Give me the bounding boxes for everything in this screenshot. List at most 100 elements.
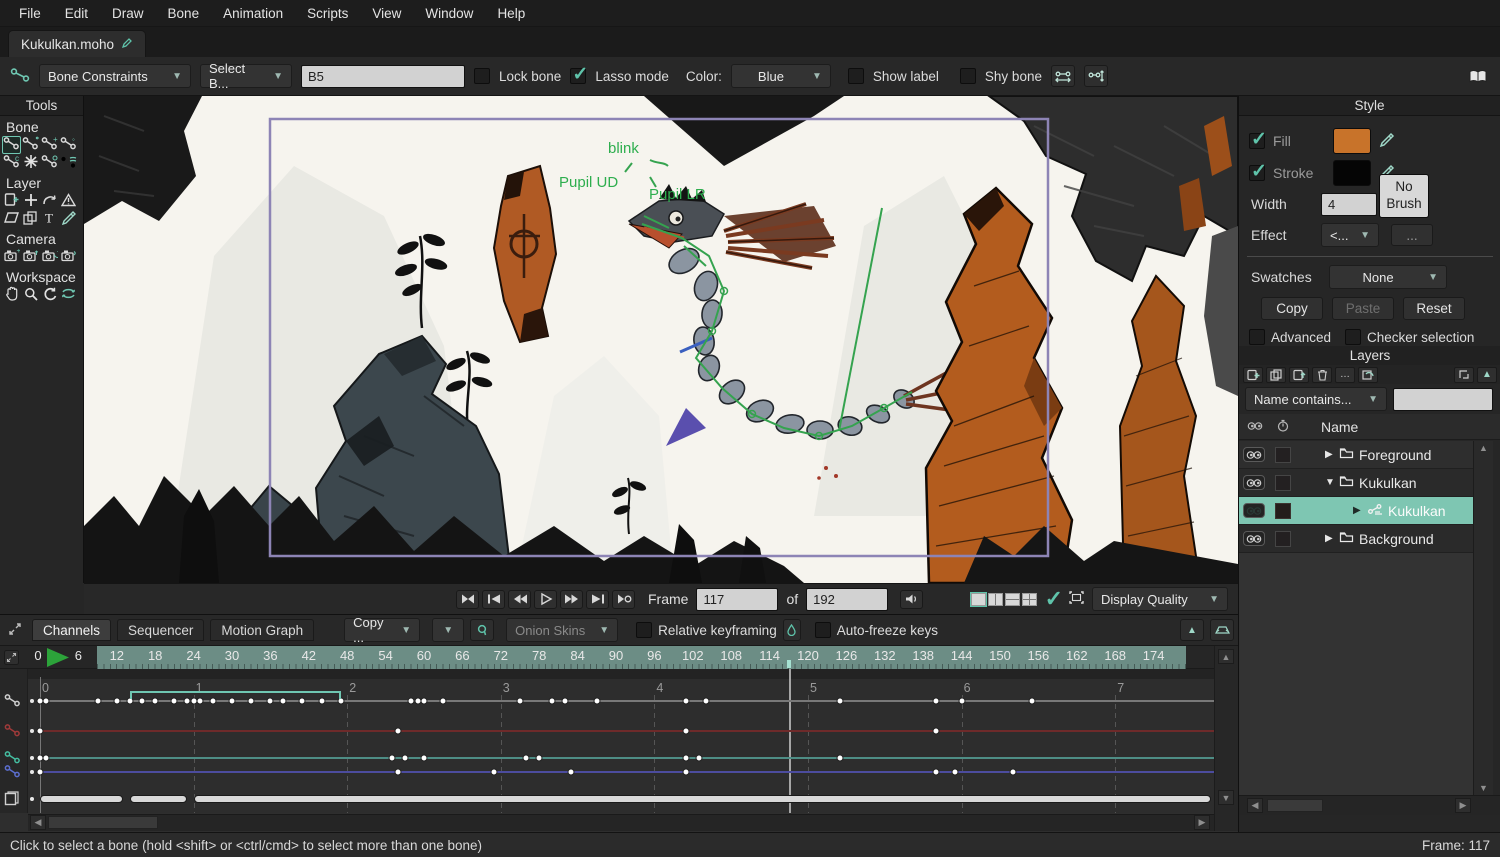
layer-visibility-toggle[interactable] — [1243, 503, 1265, 518]
timeline-vscrollbar[interactable]: ▲ ▼ — [1214, 646, 1238, 831]
keyframe[interactable] — [43, 755, 50, 762]
layer-expand-arrow[interactable]: ▶ — [1325, 449, 1339, 460]
jump-start-button[interactable] — [482, 590, 505, 609]
pan-workspace-tool[interactable] — [2, 286, 21, 304]
layer-color-swatch[interactable] — [1275, 503, 1291, 519]
timeline-tracks[interactable]: 01234567 — [28, 669, 1214, 813]
keyframe[interactable] — [401, 755, 408, 762]
paste-style-button[interactable]: Paste — [1332, 297, 1394, 320]
keyframe[interactable] — [517, 698, 524, 705]
jump-end-button[interactable] — [586, 590, 609, 609]
bone-red-channel-icon[interactable] — [4, 723, 22, 741]
bone-motion-channel-icon[interactable] — [4, 693, 22, 711]
track-camera-tool[interactable]: + — [2, 248, 21, 266]
total-frames-input[interactable]: 192 — [806, 588, 888, 611]
fit-timeline-icon[interactable] — [1210, 619, 1234, 641]
playback-start-marker[interactable] — [46, 648, 70, 667]
fill-checkbox[interactable] — [1249, 133, 1265, 149]
keyframe[interactable] — [536, 755, 543, 762]
keyframe[interactable] — [568, 769, 575, 776]
keyframe[interactable] — [683, 769, 690, 776]
layer-duration-bar[interactable] — [40, 795, 123, 803]
tab-channels[interactable]: Channels — [32, 619, 111, 641]
keyframe[interactable] — [933, 698, 940, 705]
bind-layer-tool[interactable] — [40, 154, 59, 172]
keyframe[interactable] — [37, 769, 44, 776]
effect-dropdown[interactable]: <...▼ — [1321, 223, 1379, 247]
layer-duration-bar[interactable] — [194, 795, 1212, 803]
keyframe[interactable] — [395, 769, 402, 776]
keyframe[interactable] — [683, 755, 690, 762]
layer-color-swatch[interactable] — [1275, 531, 1291, 547]
menu-file[interactable]: File — [8, 2, 52, 25]
add-bone-tool[interactable]: + — [40, 136, 59, 154]
step-back-button[interactable] — [508, 590, 531, 609]
split-bone-icon[interactable] — [1051, 65, 1075, 87]
keyframe[interactable] — [440, 698, 447, 705]
keyframe[interactable] — [113, 698, 120, 705]
keyframe[interactable] — [837, 698, 844, 705]
advanced-checkbox[interactable] — [1249, 329, 1265, 345]
layer-visibility-toggle[interactable] — [1243, 531, 1265, 546]
effect-more-button[interactable]: ... — [1391, 224, 1433, 246]
insert-text-tool[interactable]: T — [40, 210, 59, 228]
keyframe[interactable] — [933, 728, 940, 735]
single-view-button[interactable] — [971, 593, 986, 606]
keys-options-dropdown[interactable]: ▼ — [432, 618, 464, 642]
keyframe[interactable] — [933, 769, 940, 776]
keyframe[interactable] — [696, 755, 703, 762]
reparent-bone-tool[interactable]: c — [2, 154, 21, 172]
layers-scroll-down-icon[interactable]: ▼ — [1474, 783, 1493, 793]
relative-keyframing-icon[interactable] — [783, 619, 801, 641]
keyframe[interactable] — [1029, 698, 1036, 705]
timeline-hscrollbar[interactable]: ◀ ▶ — [28, 814, 1214, 831]
timeline-playhead[interactable] — [789, 669, 791, 813]
menu-help[interactable]: Help — [486, 2, 536, 25]
keyframe[interactable] — [491, 769, 498, 776]
layer-visibility-toggle[interactable] — [1243, 475, 1265, 490]
timeline-hscroll-handle[interactable] — [48, 816, 158, 829]
loop-start-button[interactable] — [456, 590, 479, 609]
keyframe[interactable] — [837, 755, 844, 762]
swatches-dropdown[interactable]: None▼ — [1329, 265, 1447, 289]
keyframe[interactable] — [43, 698, 50, 705]
layer-color-swatch[interactable] — [1275, 475, 1291, 491]
menu-view[interactable]: View — [361, 2, 412, 25]
onion-skins-dropdown[interactable]: Onion Skins▼ — [506, 618, 618, 642]
fill-color-swatch[interactable] — [1333, 128, 1371, 154]
menu-bone[interactable]: Bone — [157, 2, 211, 25]
shy-bone-checkbox[interactable] — [960, 68, 976, 84]
layer-filter-input[interactable] — [1393, 388, 1493, 411]
enable-view-check-icon[interactable]: ✓ — [1045, 586, 1063, 612]
lock-bone-checkbox[interactable] — [474, 68, 490, 84]
insert-bone-tool[interactable]: ◦ — [59, 136, 78, 154]
frame-input[interactable]: 117 — [696, 588, 778, 611]
shear-layer-tool[interactable] — [2, 210, 21, 228]
reset-style-button[interactable]: Reset — [1403, 297, 1465, 320]
keyframe[interactable] — [523, 755, 530, 762]
selected-keys-range[interactable] — [130, 691, 341, 699]
reference-layer-icon[interactable] — [1289, 367, 1309, 383]
keyframe[interactable] — [1009, 769, 1016, 776]
bone-constraints-dropdown[interactable]: Bone Constraints▼ — [39, 64, 191, 88]
stroke-color-swatch[interactable] — [1333, 160, 1371, 186]
zoom-workspace-tool[interactable] — [21, 286, 40, 304]
copy-style-button[interactable]: Copy — [1261, 297, 1323, 320]
play-button[interactable] — [534, 590, 557, 609]
keyframe[interactable] — [421, 755, 428, 762]
show-label-checkbox[interactable] — [848, 68, 864, 84]
split-4-view-button[interactable] — [1022, 593, 1037, 606]
keyframe[interactable] — [561, 698, 568, 705]
shrink-timeline-icon[interactable]: ▲ — [1180, 619, 1204, 641]
layer-color-swatch[interactable] — [1275, 447, 1291, 463]
timeline-vscroll-up-icon[interactable]: ▲ — [1218, 649, 1234, 664]
orbit-workspace-tool[interactable] — [59, 286, 78, 304]
layer-row-foreground[interactable]: ▶Foreground — [1239, 441, 1473, 469]
keyframe[interactable] — [958, 698, 965, 705]
keyframe[interactable] — [702, 698, 709, 705]
ruler-playhead-marker[interactable] — [787, 660, 791, 668]
bone-name-input[interactable]: B5 — [301, 65, 465, 88]
crop-view-icon[interactable] — [1069, 591, 1084, 607]
transform-bone-tool[interactable] — [21, 136, 40, 154]
layer-visibility-toggle[interactable] — [1243, 447, 1265, 462]
